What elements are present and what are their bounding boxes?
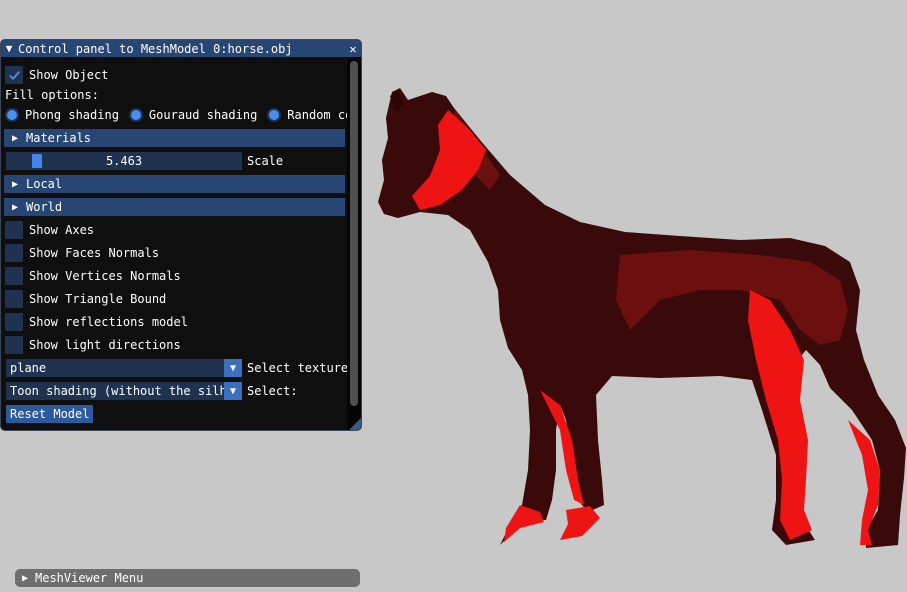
texture-combo-label: Select texture [247,361,349,375]
world-header-label: World [26,200,63,214]
scale-slider[interactable]: 5.463 [6,152,242,170]
show-object-checkbox[interactable] [5,66,23,84]
control-panel-body: Show Object Fill options: Phong shading … [1,57,352,430]
show-triangle-bound-row[interactable]: Show Triangle Bound [5,289,166,309]
local-header-label: Local [26,177,63,191]
expand-arrow-icon: ▶ [11,178,19,190]
chevron-down-icon[interactable]: ▼ [224,359,242,377]
checkbox-label: Show reflections model [29,315,188,329]
horse-model-render [378,88,906,548]
radio-label: Gouraud shading [148,108,258,122]
collapse-icon[interactable]: ▼ [2,42,16,55]
meshviewer-menu-bar[interactable]: ▶ MeshViewer Menu [15,569,360,587]
show-reflections-model-row[interactable]: Show reflections model [5,312,188,332]
radio-dot [267,108,282,122]
expand-arrow-icon: ▶ [11,201,19,213]
control-panel-titlebar[interactable]: ▼ Control panel to MeshModel 0:horse.obj… [1,40,361,57]
close-icon[interactable]: ✕ [345,42,361,56]
horse-highlight-foreleg2 [560,506,600,540]
texture-combo[interactable]: plane ▼ [6,359,242,377]
shading-combo-value: Toon shading (without the silho [10,384,224,398]
show-light-directions-row[interactable]: Show light directions [5,335,181,355]
checkbox-label: Show Axes [29,223,95,237]
checkbox-label: Show light directions [29,338,181,352]
scrollbar-thumb[interactable] [350,61,358,406]
radio-label: Phong shading [25,108,119,122]
control-panel-window: ▼ Control panel to MeshModel 0:horse.obj… [0,39,362,431]
checkbox-label: Show Faces Normals [29,246,160,260]
show-faces-normals-checkbox[interactable] [5,244,23,262]
meshviewer-menu-label: MeshViewer Menu [35,571,144,585]
checkbox-label: Show Triangle Bound [29,292,167,306]
fill-options-group: Phong shading Gouraud shading Random co [5,105,361,125]
show-object-row[interactable]: Show Object [5,65,108,85]
materials-header-label: Materials [26,131,92,145]
show-faces-normals-row[interactable]: Show Faces Normals [5,243,159,263]
materials-header[interactable]: ▶ Materials [4,129,345,147]
panel-title: Control panel to MeshModel 0:horse.obj [18,41,293,56]
reset-model-button[interactable]: Reset Model [6,405,94,423]
show-triangle-bound-checkbox[interactable] [5,290,23,308]
radio-random-color[interactable]: Random co [267,108,352,122]
radio-phong-shading[interactable]: Phong shading [5,108,119,122]
resize-grip-icon[interactable] [349,418,361,430]
show-object-label: Show Object [29,68,109,82]
panel-scrollbar[interactable] [347,57,361,430]
scale-label: Scale [247,154,284,168]
radio-label: Random co [287,108,353,122]
world-header[interactable]: ▶ World [4,198,345,216]
expand-arrow-icon: ▶ [11,132,19,144]
texture-combo-value: plane [10,361,47,375]
radio-dot [128,108,143,122]
radio-dot [5,108,19,122]
show-vertices-normals-checkbox[interactable] [5,267,23,285]
expand-arrow-icon: ▶ [21,572,29,584]
show-vertices-normals-row[interactable]: Show Vertices Normals [5,266,181,286]
show-axes-checkbox[interactable] [5,221,23,239]
checkmark-icon [8,70,20,80]
checkbox-label: Show Vertices Normals [29,269,181,283]
chevron-down-icon[interactable]: ▼ [224,382,242,400]
fill-options-label: Fill options: [5,88,99,102]
scale-value: 5.463 [105,154,143,168]
show-light-directions-checkbox[interactable] [5,336,23,354]
show-axes-row[interactable]: Show Axes [5,220,94,240]
radio-gouraud-shading[interactable]: Gouraud shading [128,108,258,122]
local-header[interactable]: ▶ Local [4,175,345,193]
shading-combo[interactable]: Toon shading (without the silho ▼ [6,382,242,400]
shading-combo-label: Select: [247,384,298,398]
show-reflections-model-checkbox[interactable] [5,313,23,331]
